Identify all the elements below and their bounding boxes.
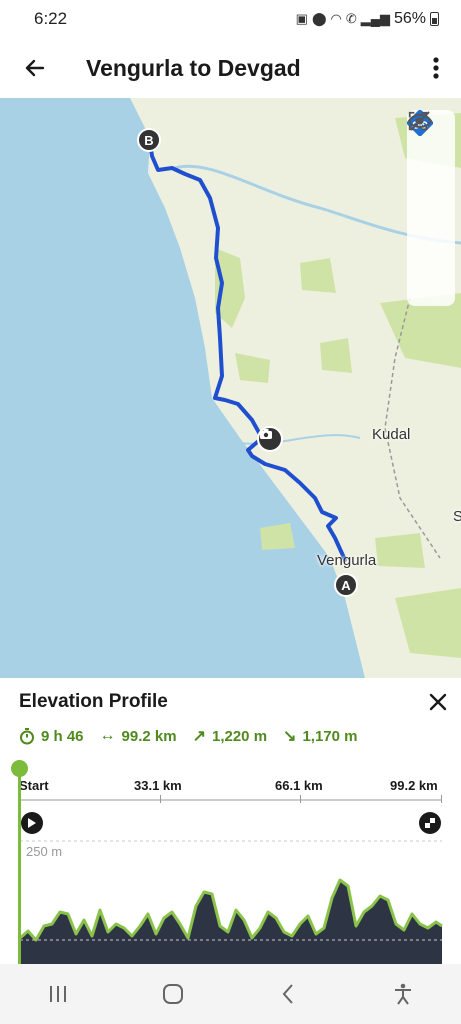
map-canvas	[0, 98, 461, 678]
recent-apps-icon	[49, 986, 66, 1002]
camera-icon	[260, 429, 272, 439]
system-back-button[interactable]	[258, 969, 318, 1019]
elevation-chart	[19, 840, 443, 964]
sim-icon: ▣	[295, 11, 308, 26]
home-button[interactable]	[143, 969, 203, 1019]
signal-icon: ▂▄▆	[360, 11, 390, 26]
town-label-kudal: Kudal	[372, 426, 411, 443]
descent-icon: ↘	[283, 728, 297, 745]
toggle-visibility-button[interactable]	[407, 111, 451, 302]
descent-stat: ↘ 1,170 m	[283, 726, 357, 746]
distance-axis: Start 33.1 km 66.1 km 99.2 km	[19, 778, 442, 798]
back-icon	[282, 984, 293, 1004]
location-icon: ⬤	[311, 11, 327, 26]
cycling-mode-button[interactable]	[407, 110, 451, 204]
forest-patch	[300, 258, 336, 293]
system-nav-bar	[0, 964, 461, 1024]
close-icon	[429, 693, 447, 711]
axis-label-end: 99.2 km	[390, 778, 438, 793]
town-label-edge: S	[453, 508, 461, 525]
position-slider-line[interactable]	[18, 768, 21, 964]
more-vertical-icon	[433, 57, 439, 79]
accessibility-icon	[395, 983, 412, 1005]
battery-icon	[430, 12, 439, 26]
status-time: 6:22	[34, 9, 68, 28]
ascent-icon: ↗	[192, 728, 206, 745]
battery-text: 56%	[393, 10, 426, 27]
forest-patch	[375, 533, 425, 568]
wifi-icon: ◠	[330, 11, 342, 26]
back-button[interactable]	[0, 38, 70, 98]
town-label-vengurla: Vengurla	[317, 552, 377, 569]
distance-icon: ↔	[99, 727, 116, 744]
home-icon	[162, 984, 183, 1004]
stopwatch-icon	[20, 727, 34, 744]
map-controls	[407, 110, 455, 306]
status-icons: ▣ ⬤ ◠ ✆ ▂▄▆ 56%	[296, 10, 439, 28]
arrow-left-icon	[25, 59, 45, 77]
elevation-title: Elevation Profile	[19, 691, 168, 712]
photo-marker[interactable]	[257, 426, 283, 452]
distance-stat: ↔ 99.2 km	[100, 727, 177, 745]
ascent-value: 1,220 m	[211, 727, 268, 745]
elevation-label: 250 m	[26, 844, 63, 859]
axis-line	[19, 799, 442, 801]
axis-label-start: Start	[19, 778, 49, 793]
route-end-marker[interactable]: B	[137, 128, 161, 152]
sea-area	[0, 98, 365, 678]
more-options-button[interactable]	[411, 38, 461, 98]
axis-tick	[300, 795, 301, 803]
wifi-calling-icon: ✆	[345, 11, 357, 26]
distance-value: 99.2 km	[121, 727, 177, 745]
app-bar: Vengurla to Devgad	[0, 38, 461, 98]
recent-apps-button[interactable]	[28, 969, 88, 1019]
axis-tick	[160, 795, 161, 803]
ascent-stat: ↗ 1,220 m	[193, 726, 267, 746]
axis-label-2: 66.1 km	[275, 778, 323, 793]
accessibility-button[interactable]	[373, 969, 433, 1019]
hide-icon	[407, 111, 433, 131]
duration-value: 9 h 46	[41, 727, 84, 745]
status-bar: 6:22 ▣ ⬤ ◠ ✆ ▂▄▆ 56%	[0, 0, 461, 38]
axis-tick	[441, 795, 442, 803]
position-slider-knob[interactable]	[11, 760, 28, 777]
route-stats: 9 h 46 ↔ 99.2 km ↗ 1,220 m ↘ 1,170 m	[19, 724, 357, 748]
forest-patch	[320, 338, 352, 373]
forest-patch	[235, 353, 270, 383]
route-start-marker[interactable]: A	[334, 573, 358, 597]
descent-value: 1,170 m	[302, 727, 358, 745]
close-button[interactable]	[429, 687, 447, 717]
forest-patch	[395, 588, 461, 658]
sheet-header: Elevation Profile	[19, 687, 447, 717]
page-title: Vengurla to Devgad	[86, 54, 301, 81]
elevation-sheet: Elevation Profile 9 h 46 ↔ 99.2 km ↗ 1,2…	[0, 678, 461, 964]
axis-label-1: 33.1 km	[134, 778, 182, 793]
route-map[interactable]: B A Kudal Vengurla S	[0, 98, 461, 678]
duration-stat: 9 h 46	[19, 727, 84, 745]
recenter-button[interactable]	[408, 111, 451, 253]
